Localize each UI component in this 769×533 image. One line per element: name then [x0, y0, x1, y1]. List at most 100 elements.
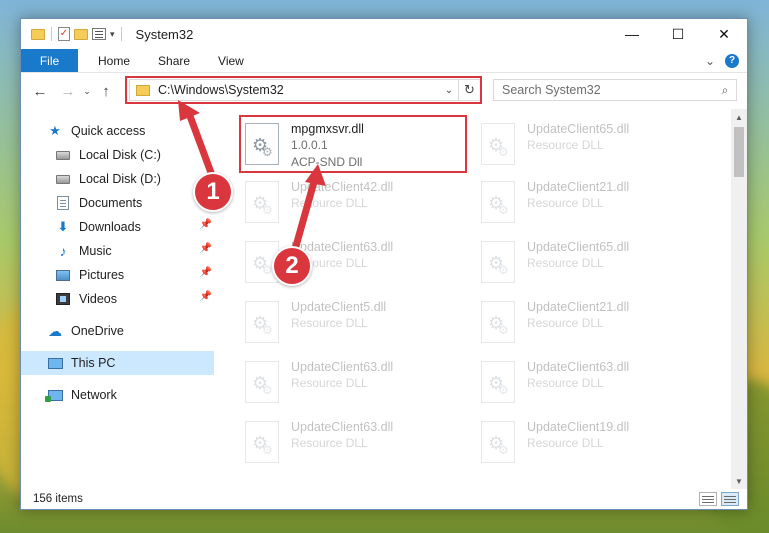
sidebar-item-label: Local Disk (C:): [79, 148, 161, 162]
window-title: System32: [135, 26, 194, 42]
minimize-button[interactable]: —: [609, 19, 655, 49]
expand-ribbon-icon[interactable]: ⌄: [705, 54, 715, 68]
item-count: 156 items: [33, 493, 83, 505]
network-icon: [44, 387, 63, 403]
file-description: Resource DLL: [291, 376, 368, 390]
vertical-scrollbar[interactable]: ▲ ▼: [731, 109, 747, 489]
pin-icon[interactable]: 📌: [200, 267, 212, 278]
navigation-pane: ★ Quick access Local Disk (C:) Local Dis…: [21, 109, 214, 489]
scroll-down-arrow[interactable]: ▼: [731, 473, 747, 489]
help-icon[interactable]: ?: [725, 53, 739, 68]
dll-file-icon: [245, 361, 279, 403]
tab-share[interactable]: Share: [144, 49, 204, 72]
sidebar-item-this-pc[interactable]: This PC: [21, 351, 214, 375]
file-description: Resource DLL: [527, 256, 604, 270]
file-name: UpdateClient21.dll: [527, 180, 630, 194]
new-folder-icon[interactable]: [74, 28, 88, 40]
details-view-icon[interactable]: [699, 492, 717, 506]
sidebar-item-pictures[interactable]: Pictures 📌: [21, 263, 214, 287]
drive-icon: [55, 171, 71, 187]
back-button[interactable]: ←: [29, 80, 51, 102]
file-name: UpdateClient63.dll: [527, 360, 630, 374]
up-button[interactable]: ↑: [95, 80, 117, 102]
sidebar-item-quick-access[interactable]: ★ Quick access: [21, 119, 214, 143]
properties-check-icon[interactable]: ✓: [58, 27, 70, 41]
tab-file[interactable]: File: [21, 49, 78, 72]
file-name: UpdateClient42.dll: [291, 180, 394, 194]
scroll-up-arrow[interactable]: ▲: [731, 109, 747, 125]
file-name: UpdateClient19.dll: [527, 420, 630, 434]
ribbon-tabs: File Home Share View ⌄ ?: [21, 49, 747, 73]
sidebar-item-label: Videos: [79, 292, 117, 306]
file-name: UpdateClient5.dll: [291, 300, 387, 314]
recent-locations-button[interactable]: ⌄: [79, 80, 95, 102]
file-item[interactable]: UpdateClient21.dll Resource DLL: [477, 175, 702, 233]
file-item[interactable]: UpdateClient63.dll Resource DLL: [477, 355, 702, 413]
search-input[interactable]: [502, 83, 714, 97]
sidebar-item-network[interactable]: Network: [21, 383, 214, 407]
dll-file-icon: [245, 301, 279, 343]
file-description: Resource DLL: [527, 376, 604, 390]
file-name: UpdateClient63.dll: [291, 360, 394, 374]
file-description: Resource DLL: [527, 316, 604, 330]
downloads-icon: ⬇: [57, 219, 69, 234]
tab-view[interactable]: View: [204, 49, 258, 72]
sidebar-item-downloads[interactable]: ⬇ Downloads 📌: [21, 215, 214, 239]
dll-file-icon: [245, 181, 279, 223]
scrollbar-thumb[interactable]: [734, 127, 744, 177]
file-description: Resource DLL: [527, 196, 604, 210]
file-description: Resource DLL: [291, 316, 368, 330]
file-item[interactable]: UpdateClient65.dll Resource DLL: [477, 235, 702, 293]
cloud-icon: ☁: [48, 322, 62, 339]
view-switcher: [699, 492, 747, 506]
file-item[interactable]: UpdateClient5.dll Resource DLL: [241, 295, 466, 353]
file-description: Resource DLL: [291, 196, 368, 210]
address-bar-highlight: [125, 76, 482, 104]
toolbar-divider: [51, 27, 52, 41]
sidebar-item-label: Quick access: [71, 124, 146, 138]
dll-file-icon: [481, 361, 515, 403]
file-name: UpdateClient65.dll: [527, 240, 630, 254]
toolbar-divider: [120, 27, 122, 41]
status-bar: 156 items: [21, 489, 747, 509]
file-item[interactable]: UpdateClient63.dll Resource DLL: [241, 415, 466, 473]
maximize-button[interactable]: ☐: [655, 19, 701, 49]
file-item[interactable]: UpdateClient42.dll Resource DLL: [241, 175, 466, 233]
file-highlight: [239, 115, 467, 173]
sidebar-item-music[interactable]: ♪ Music 📌: [21, 239, 214, 263]
title-bar: ✓ ▾ System32 — ☐ ✕: [21, 19, 747, 49]
file-item[interactable]: UpdateClient21.dll Resource DLL: [477, 295, 702, 353]
dll-file-icon: [481, 181, 515, 223]
pictures-icon: [55, 267, 71, 283]
dll-file-icon: [481, 421, 515, 463]
tab-home[interactable]: Home: [78, 49, 144, 72]
star-icon: ★: [49, 123, 61, 138]
step-1-badge: 1: [193, 172, 233, 212]
videos-icon: [55, 291, 71, 307]
file-name: UpdateClient65.dll: [527, 122, 630, 136]
pin-icon[interactable]: 📌: [200, 243, 212, 254]
file-description: Resource DLL: [527, 436, 604, 450]
sidebar-item-label: Network: [71, 388, 117, 402]
file-item[interactable]: UpdateClient63.dll Resource DLL: [241, 355, 466, 413]
sidebar-item-documents[interactable]: Documents 📌: [21, 191, 214, 215]
file-name: UpdateClient21.dll: [527, 300, 630, 314]
forward-button[interactable]: →: [57, 80, 79, 102]
dll-file-icon: [481, 301, 515, 343]
file-item[interactable]: UpdateClient19.dll Resource DLL: [477, 415, 702, 473]
close-button[interactable]: ✕: [701, 19, 747, 49]
search-box[interactable]: ⌕: [493, 79, 737, 101]
sidebar-item-onedrive[interactable]: ☁ OneDrive: [21, 319, 214, 343]
sidebar-item-local-disk-c[interactable]: Local Disk (C:): [21, 143, 214, 167]
pin-icon[interactable]: 📌: [200, 219, 212, 230]
sidebar-item-videos[interactable]: Videos 📌: [21, 287, 214, 311]
search-icon[interactable]: ⌕: [714, 83, 736, 98]
large-icons-view-icon[interactable]: [721, 492, 739, 506]
computer-icon: [47, 355, 63, 371]
pin-icon[interactable]: 📌: [200, 291, 212, 302]
dll-file-icon: [481, 241, 515, 283]
sidebar-item-local-disk-d[interactable]: Local Disk (D:): [21, 167, 214, 191]
file-item[interactable]: UpdateClient65.dll Resource DLL: [477, 117, 702, 175]
customize-toolbar-caret[interactable]: ▾: [110, 29, 115, 40]
properties-icon[interactable]: [92, 28, 106, 40]
